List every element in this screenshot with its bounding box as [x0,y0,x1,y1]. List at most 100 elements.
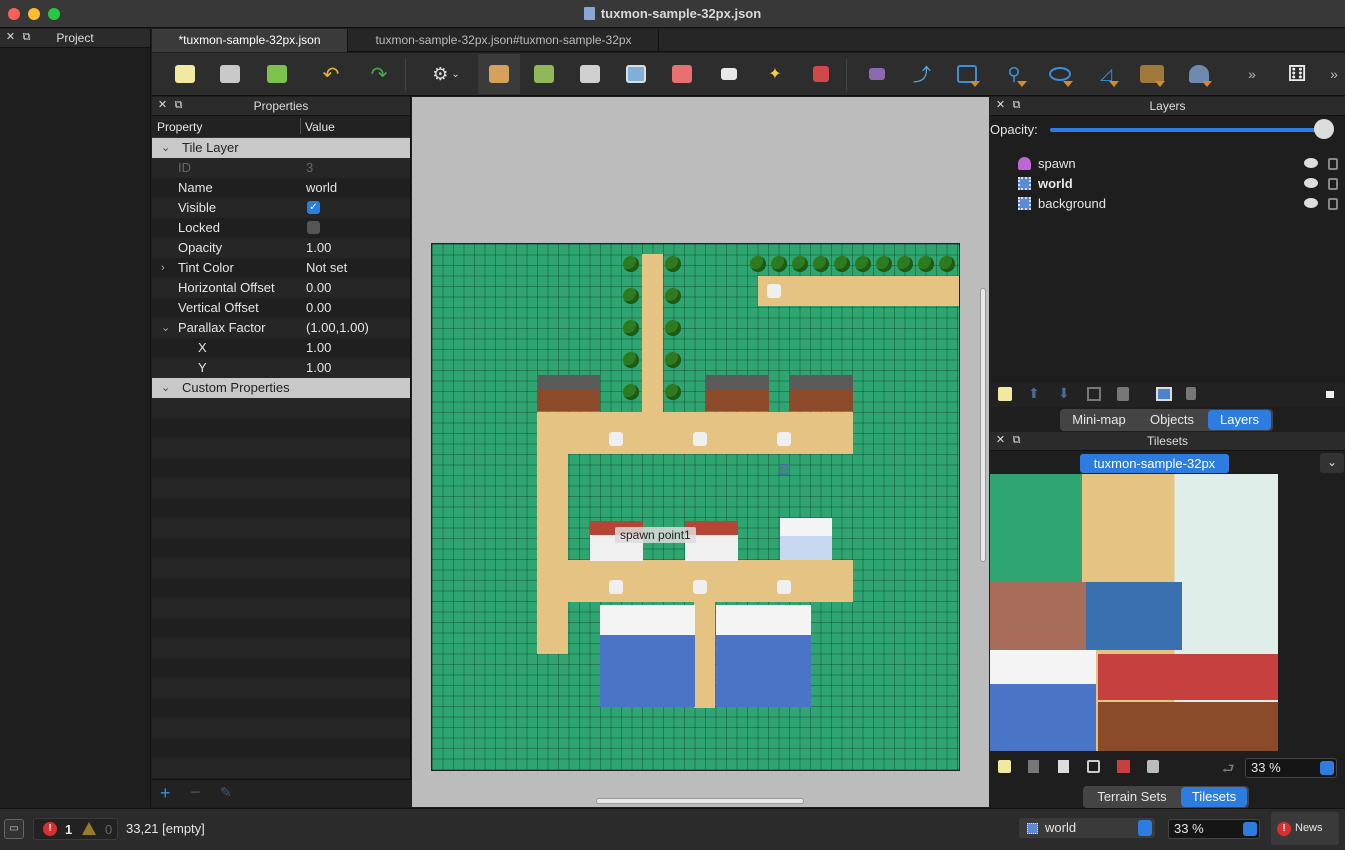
float-icon[interactable]: ⧉ [173,100,184,111]
tile-map[interactable] [431,243,960,771]
save-button[interactable] [260,58,294,90]
float-icon[interactable]: ⧉ [1011,435,1022,446]
property-row-visible[interactable]: Visible ✓ [152,198,410,218]
insert-rectangle-button[interactable] [950,58,984,90]
edit-tileset-icon[interactable] [1087,760,1100,773]
property-row-parallax-y[interactable]: Y 1.00 [152,358,410,378]
layer-row-background[interactable]: background [990,194,1345,214]
terrain-brush-button[interactable] [527,58,561,90]
layer-row-spawn[interactable]: spawn [990,154,1345,174]
random-mode-button[interactable]: ⚅ [1280,58,1314,90]
close-icon[interactable]: ✕ [995,100,1006,111]
dynamic-wrapping-icon[interactable]: ⮐ [1222,758,1235,782]
tab-tuxmon-tileset[interactable]: tuxmon-sample-32px.json#tuxmon-sample-32… [349,29,659,52]
group-tile-layer[interactable]: ⌄ Tile Layer [152,138,410,158]
rename-property-icon[interactable]: ✎ [220,784,232,801]
eye-icon[interactable] [1304,178,1318,188]
magic-wand-button[interactable]: ✦ [758,58,792,90]
open-file-button[interactable] [213,58,247,90]
property-value[interactable]: 0.00 [306,298,331,318]
tileset-image[interactable] [990,474,1278,751]
opacity-slider-track[interactable] [1050,128,1332,132]
embed-tileset-icon[interactable] [1028,760,1039,773]
lock-layer-icon[interactable] [1186,387,1196,400]
eye-icon[interactable] [1304,158,1318,168]
lock-icon[interactable] [1328,158,1338,170]
insert-tile-button[interactable] [1135,58,1169,90]
visible-checkbox[interactable]: ✓ [307,201,320,214]
map-zoom-select[interactable]: 33 % [1168,819,1260,839]
lock-icon[interactable] [1328,178,1338,190]
property-value[interactable]: 1.00 [306,238,331,258]
select-objects-button[interactable] [860,58,894,90]
layer-row-world[interactable]: world [990,174,1345,194]
property-row-vertical-offset[interactable]: Vertical Offset 0.00 [152,298,410,318]
replace-tileset-icon[interactable] [1117,760,1130,773]
close-icon[interactable]: ✕ [995,435,1006,446]
chevron-right-icon[interactable]: › [161,258,165,278]
undo-button[interactable]: ↶ [314,58,348,90]
tab-mini-map[interactable]: Mini-map [1062,410,1136,430]
tilesets-menu-button[interactable]: ⌄ [1320,453,1344,473]
float-icon[interactable]: ⧉ [1011,100,1022,111]
close-icon[interactable]: ✕ [157,100,168,111]
tileset-zoom-select[interactable]: 33 % [1245,758,1337,778]
remove-tileset-icon[interactable] [1147,760,1159,773]
add-property-icon[interactable]: + [160,783,171,804]
tab-terrain-sets[interactable]: Terrain Sets [1085,787,1179,807]
edit-polygons-button[interactable]: ⤴ [905,58,939,90]
horizontal-scrollbar[interactable] [596,798,804,804]
tileset-tab[interactable]: tuxmon-sample-32px [1080,454,1229,473]
export-tileset-icon[interactable] [1058,760,1069,773]
property-value[interactable]: 1.00 [306,338,331,358]
float-icon[interactable]: ⧉ [21,32,32,43]
select-same-tile-button[interactable] [804,58,838,90]
highlight-layer-icon[interactable] [1326,391,1334,398]
property-row-parallax-x[interactable]: X 1.00 [152,338,410,358]
property-row-horizontal-offset[interactable]: Horizontal Offset 0.00 [152,278,410,298]
rect-select-button[interactable] [712,58,746,90]
shape-fill-button[interactable] [619,58,653,90]
vertical-scrollbar[interactable] [980,288,986,562]
tab-layers[interactable]: Layers [1208,410,1271,430]
stamp-brush-button[interactable] [478,54,520,94]
property-row-tint-color[interactable]: › Tint Color Not set [152,258,410,278]
property-row-opacity[interactable]: Opacity 1.00 [152,238,410,258]
tab-tilesets[interactable]: Tilesets [1181,787,1247,807]
opacity-slider-handle[interactable] [1314,119,1334,139]
news-button[interactable]: ! News [1271,812,1339,845]
raise-layer-icon[interactable]: ⬆ [1028,385,1040,402]
property-value[interactable]: 0.00 [306,278,331,298]
eraser-button[interactable] [665,58,699,90]
property-value[interactable]: 1.00 [306,358,331,378]
spawn-point-label[interactable]: spawn point1 [615,527,696,543]
console-icon[interactable]: ▭ [4,819,24,839]
issues-counter[interactable]: ! 1 0 [33,818,118,840]
new-file-button[interactable] [168,58,202,90]
remove-property-icon[interactable]: − [190,782,201,803]
chevron-down-icon[interactable]: ⌄ [161,318,170,338]
delete-layer-icon[interactable] [1117,387,1129,401]
property-row-locked[interactable]: Locked [152,218,410,238]
insert-template-button[interactable] [1182,58,1216,90]
tab-objects[interactable]: Objects [1138,410,1206,430]
bucket-fill-button[interactable] [573,58,607,90]
duplicate-layer-icon[interactable] [1087,387,1101,401]
show-other-layers-icon[interactable] [1156,387,1172,401]
close-icon[interactable]: ✕ [5,32,16,43]
property-value[interactable]: world [306,178,337,198]
property-row-parallax-factor[interactable]: ⌄ Parallax Factor (1.00,1.00) [152,318,410,338]
locked-checkbox[interactable] [307,221,320,234]
insert-polygon-button[interactable]: ◿ [1089,58,1123,90]
tools-menu-button[interactable]: ⚙ ⌄ [424,58,468,90]
group-custom-properties[interactable]: ⌄ Custom Properties [152,378,410,398]
more-tools-button[interactable]: » [1235,58,1269,90]
new-tileset-icon[interactable] [998,760,1011,773]
tab-tuxmon-json[interactable]: *tuxmon-sample-32px.json [152,29,348,52]
more-options-button[interactable]: » [1317,58,1345,90]
property-value[interactable]: (1.00,1.00) [306,318,369,338]
insert-ellipse-button[interactable] [1043,58,1077,90]
lower-layer-icon[interactable]: ⬇ [1058,385,1070,402]
layer-select[interactable]: world [1019,818,1155,838]
redo-button[interactable]: ↷ [362,58,396,90]
